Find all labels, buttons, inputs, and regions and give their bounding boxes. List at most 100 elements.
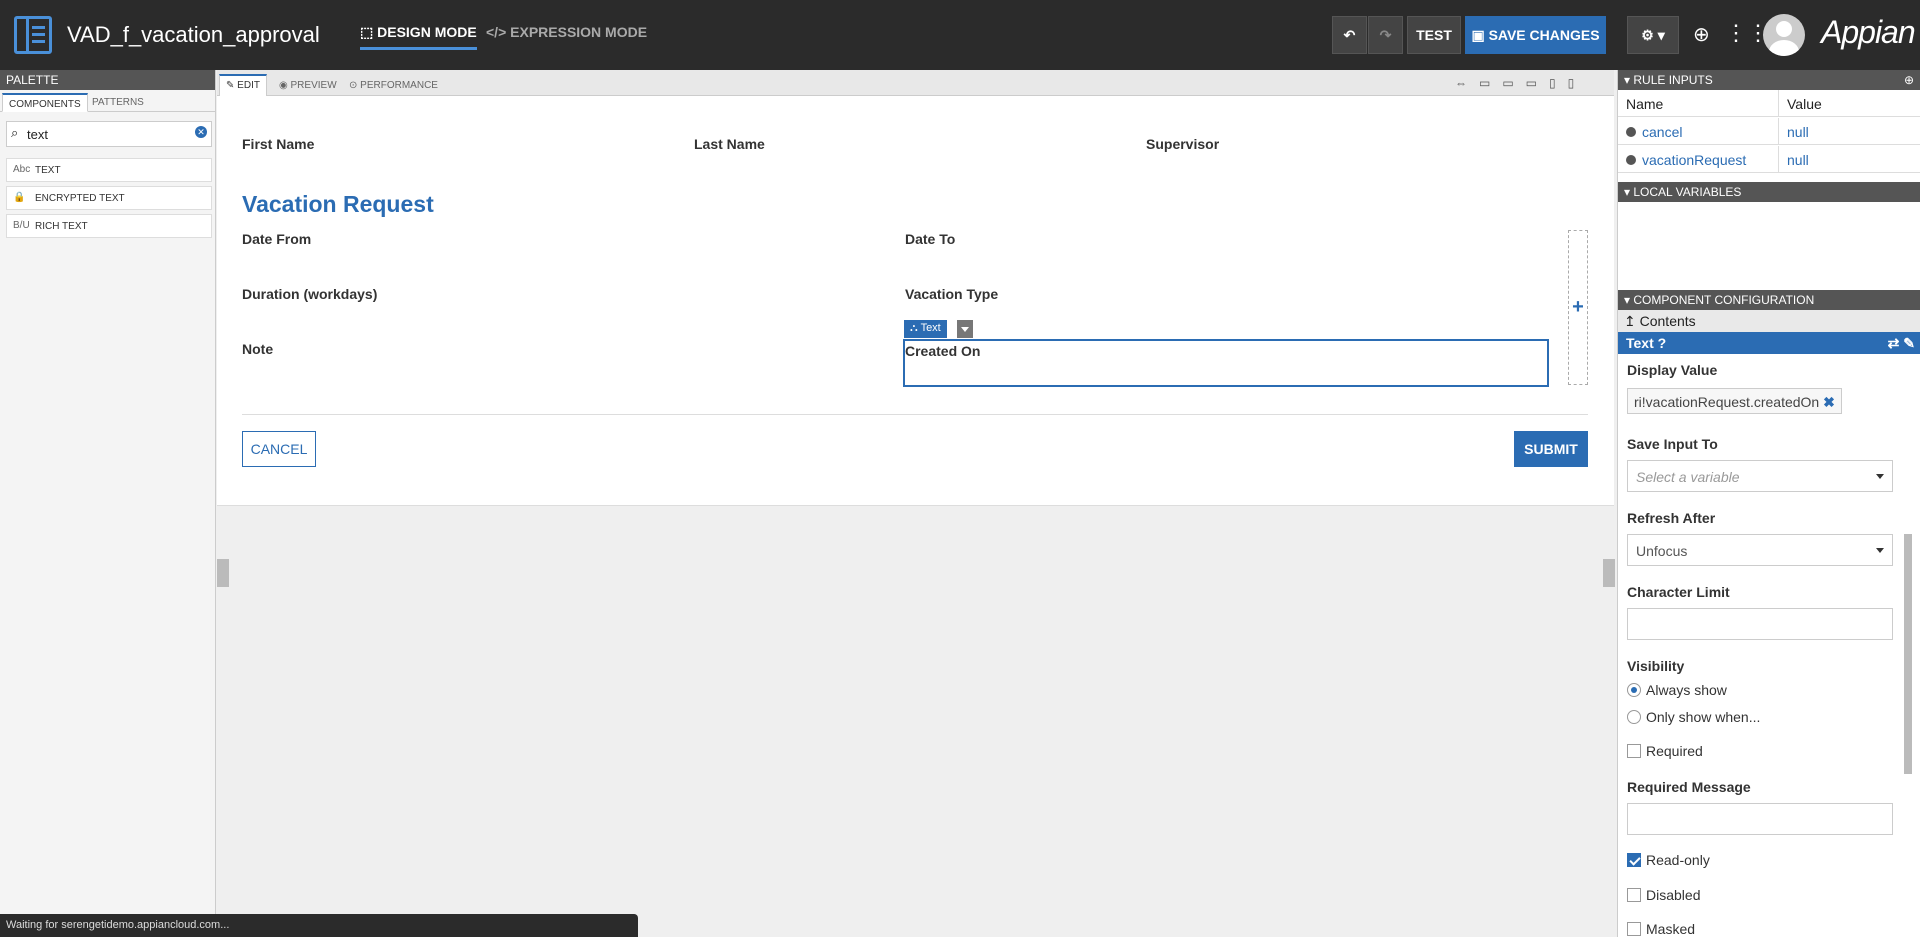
right-panel: ▾ RULE INPUTS ⊕ Name Value cancel null va… (1617, 70, 1920, 937)
chevron-down-icon (1876, 548, 1884, 557)
input-dot-icon (1626, 127, 1636, 137)
save-icon: ▣ (1471, 26, 1489, 43)
tab-components[interactable]: COMPONENTS (2, 93, 88, 112)
duration-label: Duration (workdays) (242, 286, 378, 302)
read-only-checkbox[interactable] (1627, 853, 1641, 867)
chevron-down-icon (1876, 474, 1884, 483)
tab-performance[interactable]: ⊙ PERFORMANCE (343, 76, 444, 96)
gear-icon: ⚙ ▾ (1641, 26, 1665, 43)
clear-search-icon[interactable]: ✕ (195, 126, 207, 138)
undo-button[interactable]: ↶ (1332, 16, 1367, 54)
vacation-type-label: Vacation Type (905, 286, 999, 302)
created-on-label: Created On (905, 343, 981, 359)
tab-edit[interactable]: ✎ EDIT (219, 74, 267, 96)
eye-icon: ◉ (279, 80, 291, 91)
required-label: Required (1646, 743, 1703, 759)
settings-button[interactable]: ⚙ ▾ (1627, 16, 1679, 54)
design-mode-tab[interactable]: ⬚ DESIGN MODE (360, 24, 477, 50)
gauge-icon: ⊙ (349, 80, 361, 91)
first-name-label: First Name (242, 136, 315, 152)
test-button[interactable]: TEST (1407, 16, 1461, 54)
save-input-label: Save Input To (1627, 436, 1718, 452)
rule-input-row[interactable]: vacationRequest null (1618, 146, 1920, 173)
display-value-pill[interactable]: ri!vacationRequest.createdOn ✖ (1627, 388, 1842, 414)
interface-designer-logo-icon (14, 16, 52, 54)
read-only-label: Read-only (1646, 852, 1710, 868)
help-icon[interactable]: ? (1658, 335, 1667, 351)
device-preview-icons[interactable]: ⇔▭▭▭▯▯ (1455, 76, 1586, 90)
visibility-label: Visibility (1627, 658, 1685, 674)
rule-inputs-header-row: Name Value (1618, 90, 1920, 117)
rich-text-icon: B/U (13, 220, 30, 231)
tab-preview[interactable]: ◉ PREVIEW (273, 76, 343, 96)
selected-component-tag[interactable]: ⛬ Text (904, 320, 947, 338)
collapse-right-handle[interactable] (1603, 559, 1615, 587)
rule-inputs-header[interactable]: ▾ RULE INPUTS ⊕ (1618, 70, 1920, 90)
editor-area: ✎ EDIT ◉ PREVIEW ⊙ PERFORMANCE ⇔▭▭▭▯▯ Fi… (217, 70, 1615, 937)
collapse-left-handle[interactable] (217, 559, 229, 587)
submit-button[interactable]: SUBMIT (1514, 431, 1588, 467)
palette-item-encrypted-text[interactable]: 🔒 ENCRYPTED TEXT (6, 186, 212, 210)
config-scrollbar[interactable] (1904, 534, 1912, 774)
avatar[interactable] (1763, 14, 1805, 56)
date-from-label: Date From (242, 231, 312, 247)
appian-logo: Appian (1821, 14, 1916, 50)
code-icon: </> (486, 24, 511, 40)
undo-icon: ↶ (1343, 26, 1356, 43)
always-show-label: Always show (1646, 682, 1727, 698)
lock-icon: 🔒 (13, 192, 26, 203)
cursor-icon: ⬚ (360, 24, 378, 40)
add-rule-input-icon[interactable]: ⊕ (1904, 70, 1914, 90)
character-limit-label: Character Limit (1627, 584, 1730, 600)
local-variables-header[interactable]: ▾ LOCAL VARIABLES (1618, 182, 1920, 202)
divider (242, 414, 1588, 415)
palette-search-input[interactable]: ⌕ text ✕ (6, 121, 212, 147)
expression-mode-tab[interactable]: </> EXPRESSION MODE (486, 24, 647, 40)
add-column-button[interactable]: + (1568, 230, 1588, 385)
cancel-button[interactable]: CANCEL (242, 431, 316, 467)
pencil-icon: ✎ (226, 80, 238, 91)
disabled-label: Disabled (1646, 887, 1701, 903)
refresh-after-select[interactable]: Unfocus (1627, 534, 1893, 566)
note-label: Note (242, 341, 274, 357)
plus-icon: + (1572, 296, 1584, 318)
masked-checkbox[interactable] (1627, 922, 1641, 936)
always-show-radio[interactable] (1627, 683, 1641, 697)
search-icon: ⌕ (11, 125, 19, 140)
palette-panel: PALETTE COMPONENTS PATTERNS ⌕ text ✕ Abc… (0, 70, 216, 937)
supervisor-label: Supervisor (1146, 136, 1220, 152)
required-message-label: Required Message (1627, 779, 1751, 795)
tab-patterns[interactable]: PATTERNS (86, 93, 150, 112)
required-checkbox[interactable] (1627, 744, 1641, 758)
save-changes-button[interactable]: ▣ SAVE CHANGES (1465, 16, 1606, 54)
swap-edit-icons[interactable]: ⇄ ✎ (1888, 335, 1915, 352)
character-limit-input[interactable] (1627, 608, 1893, 640)
component-configuration-header[interactable]: ▾ COMPONENT CONFIGURATION (1618, 290, 1920, 310)
selected-created-on-field[interactable]: Created On (903, 339, 1549, 387)
component-menu-dropdown[interactable] (957, 320, 973, 338)
only-show-label: Only show when... (1646, 709, 1761, 725)
redo-icon: ↷ (1379, 26, 1392, 43)
required-message-input[interactable] (1627, 803, 1893, 835)
form-canvas: First Name Last Name Supervisor Vacation… (217, 96, 1614, 506)
input-dot-icon (1626, 155, 1636, 165)
palette-item-text[interactable]: Abc TEXT (6, 158, 212, 182)
section-title: Vacation Request (242, 191, 434, 217)
only-show-radio[interactable] (1627, 710, 1641, 724)
rule-input-row[interactable]: cancel null (1618, 118, 1920, 145)
date-to-label: Date To (905, 231, 956, 247)
palette-item-rich-text[interactable]: B/U RICH TEXT (6, 214, 212, 238)
search-globe-icon[interactable]: ⊕ (1693, 22, 1710, 47)
remove-icon[interactable]: ✖ (1823, 394, 1835, 410)
app-title: VAD_f_vacation_approval (67, 22, 320, 47)
disabled-checkbox[interactable] (1627, 888, 1641, 902)
masked-label: Masked (1646, 921, 1696, 937)
browser-status-bar: Waiting for serengetidemo.appiancloud.co… (0, 914, 638, 937)
redo-button[interactable]: ↷ (1368, 16, 1403, 54)
display-value-label: Display Value (1627, 362, 1718, 378)
last-name-label: Last Name (694, 136, 765, 152)
contents-breadcrumb[interactable]: ↥ Contents (1618, 310, 1920, 332)
text-icon: Abc (13, 164, 31, 175)
refresh-after-label: Refresh After (1627, 510, 1716, 526)
save-input-select[interactable]: Select a variable (1627, 460, 1893, 492)
